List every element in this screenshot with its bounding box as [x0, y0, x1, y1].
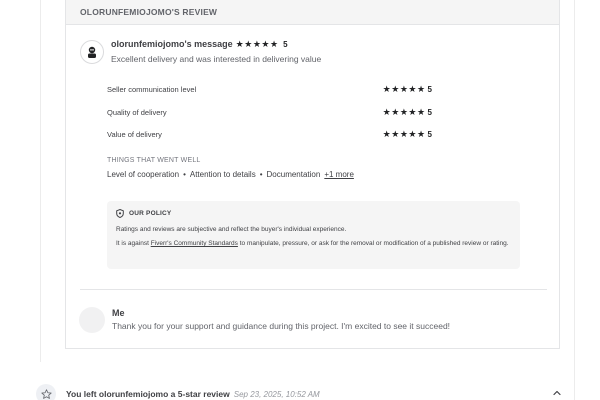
reply-author: Me [112, 308, 125, 318]
policy-line-2: It is against Fiverr's Community Standar… [116, 239, 511, 248]
star-icon: ★ [382, 129, 391, 139]
star-icon: ★ [382, 107, 391, 117]
panel-divider [574, 0, 575, 400]
bullet-separator: • [259, 170, 263, 179]
star-icon: ★ [252, 38, 261, 49]
went-well-list: Level of cooperation • Attention to deta… [107, 170, 354, 179]
star-icon: ★ [391, 107, 400, 117]
star-icon: ★ [416, 84, 426, 94]
rating-stars: ★ ★ ★ ★ ★ 5 [382, 129, 432, 140]
star-icon: ★ [382, 84, 391, 94]
rating-row-quality: Quality of delivery ★ ★ ★ ★ ★ 5 [107, 107, 432, 118]
shield-icon [116, 209, 124, 218]
review-title: OLORUNFEMIOJOMO'S REVIEW [80, 7, 218, 17]
star-icon: ★ [408, 129, 417, 139]
star-icon: ★ [399, 129, 408, 139]
section-divider [80, 289, 547, 290]
review-card: OLORUNFEMIOJOMO'S REVIEW olorunfemiojomo… [65, 0, 560, 349]
rating-label: Seller communication level [107, 85, 197, 94]
overall-stars: ★ ★ ★ ★ ★ [235, 38, 279, 49]
policy-line-2-prefix: It is against [116, 240, 151, 247]
overall-rating-value: 5 [283, 39, 288, 49]
rating-row-communication: Seller communication level ★ ★ ★ ★ ★ 5 [107, 84, 432, 95]
went-well-item: Documentation [266, 170, 321, 179]
star-icon: ★ [408, 84, 417, 94]
community-standards-link[interactable]: Fiverr's Community Standards [151, 240, 238, 247]
rating-row-value: Value of delivery ★ ★ ★ ★ ★ 5 [107, 129, 432, 140]
activity-text: You left olorunfemiojomo a 5-star review [66, 389, 230, 399]
star-icon: ★ [244, 38, 253, 49]
activity-entry: You left olorunfemiojomo a 5-star review… [66, 389, 320, 399]
review-card-header: OLORUNFEMIOJOMO'S REVIEW [66, 0, 559, 25]
reviewer-avatar-icon [88, 46, 96, 58]
review-message: Excellent delivery and was interested in… [111, 54, 322, 64]
policy-line-2-suffix: to manipulate, pressure, or ask for the … [237, 240, 509, 247]
policy-title: OUR POLICY [129, 210, 172, 217]
star-icon: ★ [235, 38, 244, 49]
reviewer-avatar[interactable] [80, 40, 104, 64]
star-icon: ★ [399, 84, 408, 94]
bullet-separator: • [183, 170, 186, 179]
went-well-item: Level of cooperation [107, 170, 180, 179]
rating-label: Value of delivery [107, 130, 162, 139]
rating-label: Quality of delivery [107, 108, 167, 117]
rating-value: 5 [427, 130, 432, 139]
star-icon: ★ [391, 84, 400, 94]
went-well-item: Attention to details [189, 170, 256, 179]
reply-message: Thank you for your support and guidance … [112, 321, 451, 331]
rating-value: 5 [427, 85, 432, 94]
star-icon: ★ [261, 38, 270, 49]
star-icon: ★ [416, 129, 426, 139]
my-avatar[interactable] [79, 307, 105, 333]
policy-box: OUR POLICY Ratings and reviews are subje… [107, 201, 520, 269]
policy-line-1: Ratings and reviews are subjective and r… [116, 226, 347, 233]
star-outline-icon [40, 388, 52, 399]
rating-value: 5 [427, 108, 432, 117]
star-icon: ★ [416, 107, 426, 117]
rating-stars: ★ ★ ★ ★ ★ 5 [382, 107, 432, 118]
rating-stars: ★ ★ ★ ★ ★ 5 [382, 84, 432, 95]
star-icon: ★ [408, 107, 417, 117]
policy-header: OUR POLICY [116, 209, 511, 218]
star-icon: ★ [269, 38, 279, 49]
activity-icon-badge [36, 384, 56, 400]
star-icon: ★ [399, 107, 408, 117]
timeline-line [40, 0, 41, 362]
star-icon: ★ [391, 129, 400, 139]
reviewer-message-label: olorunfemiojomo's message [111, 39, 233, 49]
reviewer-message-header: olorunfemiojomo's message ★ ★ ★ ★ ★ 5 [111, 39, 288, 49]
went-well-title: THINGS THAT WENT WELL [107, 157, 201, 164]
activity-timestamp: Sep 23, 2025, 10:52 AM [233, 390, 320, 399]
show-more-link[interactable]: +1 more [324, 170, 354, 179]
chevron-up-icon[interactable] [552, 388, 562, 398]
